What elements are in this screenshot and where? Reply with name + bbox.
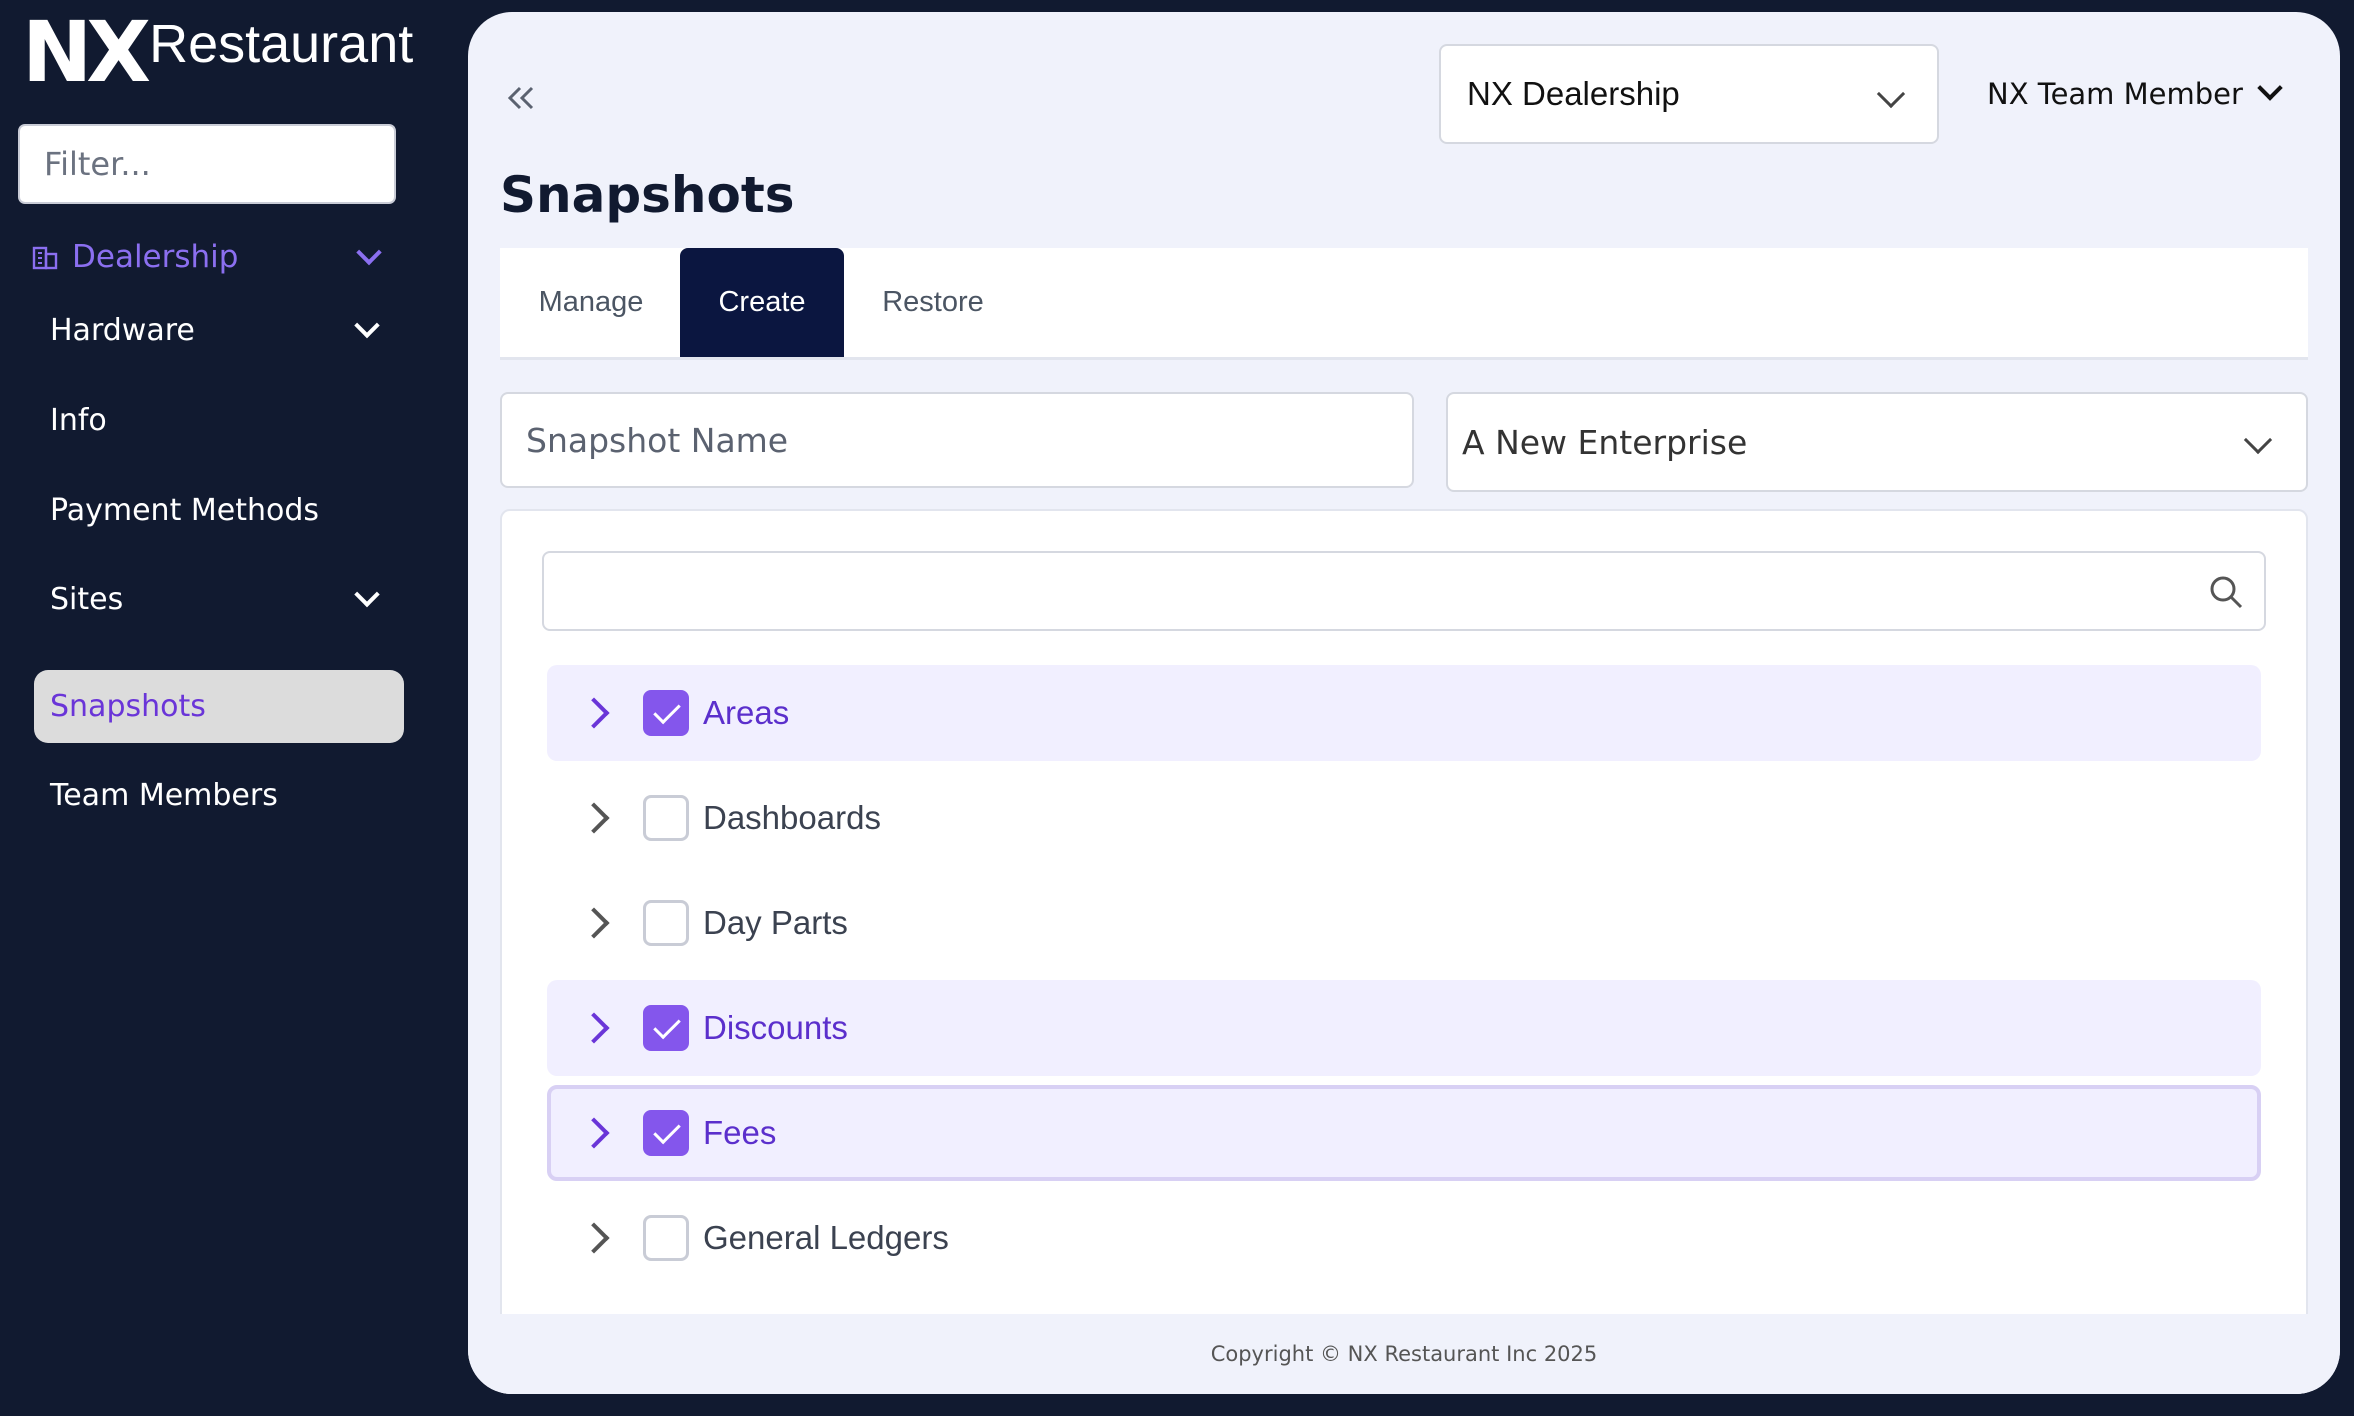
chevron-right-icon[interactable] (578, 1117, 610, 1149)
tree-row-label: General Ledgers (703, 1219, 949, 1256)
tab-create[interactable]: Create (680, 248, 844, 357)
sidebar-filter-input[interactable] (18, 124, 396, 204)
snapshot-name-input[interactable] (500, 392, 1414, 488)
user-menu[interactable]: NX Team Member (1987, 74, 2283, 114)
chevron-right-icon[interactable] (578, 1222, 610, 1254)
copyright-text: Copyright © NX Restaurant Inc 2025 (1210, 1342, 1598, 1366)
logo-name: Restaurant (149, 14, 414, 74)
enterprise-select-value: A New Enterprise (1462, 422, 1748, 462)
tree-row-day-parts[interactable]: Day Parts (547, 875, 2261, 971)
sidebar-item-sites[interactable]: Sites (50, 569, 390, 629)
checkbox-day-parts[interactable] (643, 900, 689, 946)
tree-row-discounts[interactable]: Discounts (547, 980, 2261, 1076)
main-panel: NX Dealership NX Team Member Snapshots M… (468, 12, 2340, 1394)
tree-search-input[interactable] (542, 551, 2266, 631)
sidebar-item-hardware[interactable]: Hardware (50, 300, 390, 360)
sidebar-item-team-members[interactable]: Team Members (50, 765, 390, 825)
entity-tree-panel: Areas Dashboards Day Parts Discounts Fee… (500, 509, 2308, 1394)
collapse-sidebar-icon[interactable] (502, 78, 542, 118)
tree-row-label: Areas (703, 694, 790, 731)
sidebar-item-snapshots[interactable]: Snapshots (34, 670, 404, 743)
sidebar: NX Restaurant Dealership Hardware Info P… (0, 0, 468, 1416)
tab-restore[interactable]: Restore (844, 248, 1022, 357)
building-icon (32, 246, 58, 270)
checkbox-dashboards[interactable] (643, 795, 689, 841)
sidebar-item-label: Info (50, 402, 107, 438)
tree-row-label: Dashboards (703, 799, 881, 836)
chevron-right-icon[interactable] (578, 802, 610, 834)
tree-row-areas[interactable]: Areas (547, 665, 2261, 761)
chevron-right-icon[interactable] (578, 1012, 610, 1044)
checkbox-fees[interactable] (643, 1110, 689, 1156)
sidebar-group-dealership[interactable]: Dealership (32, 232, 392, 282)
tab-manage[interactable]: Manage (500, 248, 682, 357)
logo-mark: NX (22, 3, 151, 101)
logo: NX Restaurant (22, 3, 413, 101)
checkbox-general-ledgers[interactable] (643, 1215, 689, 1261)
sidebar-item-label: Hardware (50, 312, 195, 348)
enterprise-select[interactable]: A New Enterprise (1446, 392, 2308, 492)
chevron-down-icon (2257, 75, 2283, 101)
tree-row-fees[interactable]: Fees (547, 1085, 2261, 1181)
sidebar-group-label: Dealership (72, 239, 239, 275)
chevron-down-icon (2243, 425, 2273, 455)
tree-row-label: Discounts (703, 1009, 848, 1046)
checkbox-areas[interactable] (643, 690, 689, 736)
tree-row-dashboards[interactable]: Dashboards (547, 770, 2261, 866)
tree-row-general-ledgers[interactable]: General Ledgers (547, 1190, 2261, 1286)
tree-row-label: Fees (703, 1114, 777, 1151)
user-name: NX Team Member (1987, 77, 2243, 111)
sidebar-item-label: Sites (50, 581, 124, 617)
chevron-down-icon (354, 312, 380, 339)
sidebar-item-info[interactable]: Info (50, 390, 390, 450)
chevron-down-icon (356, 239, 382, 266)
sidebar-item-payment-methods[interactable]: Payment Methods (50, 480, 390, 540)
tab-bar: Manage Create Restore (500, 248, 2308, 360)
chevron-right-icon[interactable] (578, 697, 610, 729)
dealership-select[interactable]: NX Dealership (1439, 44, 1939, 144)
footer: Copyright © NX Restaurant Inc 2025 (468, 1314, 2340, 1394)
chevron-down-icon (1876, 79, 1906, 109)
chevron-right-icon[interactable] (578, 907, 610, 939)
search-icon[interactable] (2206, 572, 2246, 612)
sidebar-item-label: Team Members (50, 777, 278, 813)
dealership-select-value: NX Dealership (1467, 75, 1680, 112)
page-title: Snapshots (500, 166, 795, 224)
tree-row-label: Day Parts (703, 904, 848, 941)
checkbox-discounts[interactable] (643, 1005, 689, 1051)
sidebar-item-label: Payment Methods (50, 492, 320, 528)
sidebar-item-label: Snapshots (50, 689, 206, 724)
chevron-down-icon (354, 581, 380, 608)
